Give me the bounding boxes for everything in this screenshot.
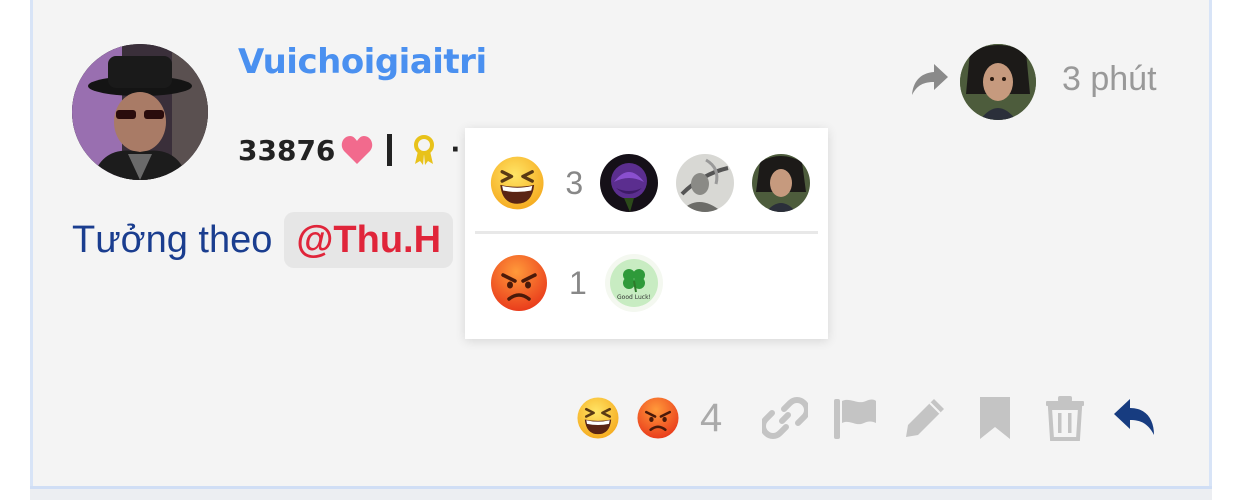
reaction-row-laughing: 3: [465, 133, 828, 233]
reply-user-avatar[interactable]: [960, 44, 1036, 120]
user-avatar[interactable]: [676, 154, 734, 212]
bookmark-icon[interactable]: [972, 395, 1018, 441]
angry-face-icon[interactable]: [636, 396, 680, 440]
good-luck-text: Good Luck!: [617, 294, 651, 301]
link-icon[interactable]: [762, 395, 809, 441]
reaction-row-angry: 1 Good Luck!: [465, 233, 828, 333]
heart-icon: [342, 136, 373, 164]
award-icon[interactable]: [410, 134, 438, 166]
user-avatar[interactable]: Good Luck!: [605, 254, 663, 312]
next-post-strip: [30, 489, 1212, 500]
post-actions: 4: [576, 390, 1182, 446]
content-text: Tưởng theo: [72, 218, 273, 261]
reply-icon[interactable]: [1112, 395, 1158, 441]
post-content: Tưởng theo @Thu.H ): [72, 212, 827, 268]
reaction-users: Good Luck!: [605, 254, 681, 312]
stats-separator: [387, 134, 393, 166]
laughing-face-icon[interactable]: [576, 396, 620, 440]
reaction-count: 1: [569, 264, 587, 301]
stats-extra: ·: [450, 135, 461, 165]
user-avatar[interactable]: [752, 154, 810, 212]
reactions-popup: 3 1 Good Luck!: [465, 128, 828, 339]
post-time: 3 phút: [1062, 60, 1157, 98]
angry-face-icon: [491, 255, 547, 311]
user-avatar[interactable]: [600, 154, 658, 212]
author-points: 33876: [238, 133, 336, 167]
reaction-users: [600, 154, 828, 212]
user-mention[interactable]: @Thu.H: [284, 212, 454, 268]
reaction-total-count[interactable]: 4: [700, 396, 722, 441]
author-stats: 33876 ·: [238, 130, 460, 170]
share-icon[interactable]: [910, 62, 950, 98]
author-avatar[interactable]: [72, 44, 208, 180]
laughing-face-icon: [490, 156, 544, 210]
author-username[interactable]: Vuichoigiaitri: [238, 42, 487, 82]
reaction-count: 3: [565, 164, 584, 201]
flag-icon[interactable]: [832, 395, 878, 441]
trash-icon[interactable]: [1042, 395, 1088, 441]
pencil-icon[interactable]: [902, 395, 948, 441]
